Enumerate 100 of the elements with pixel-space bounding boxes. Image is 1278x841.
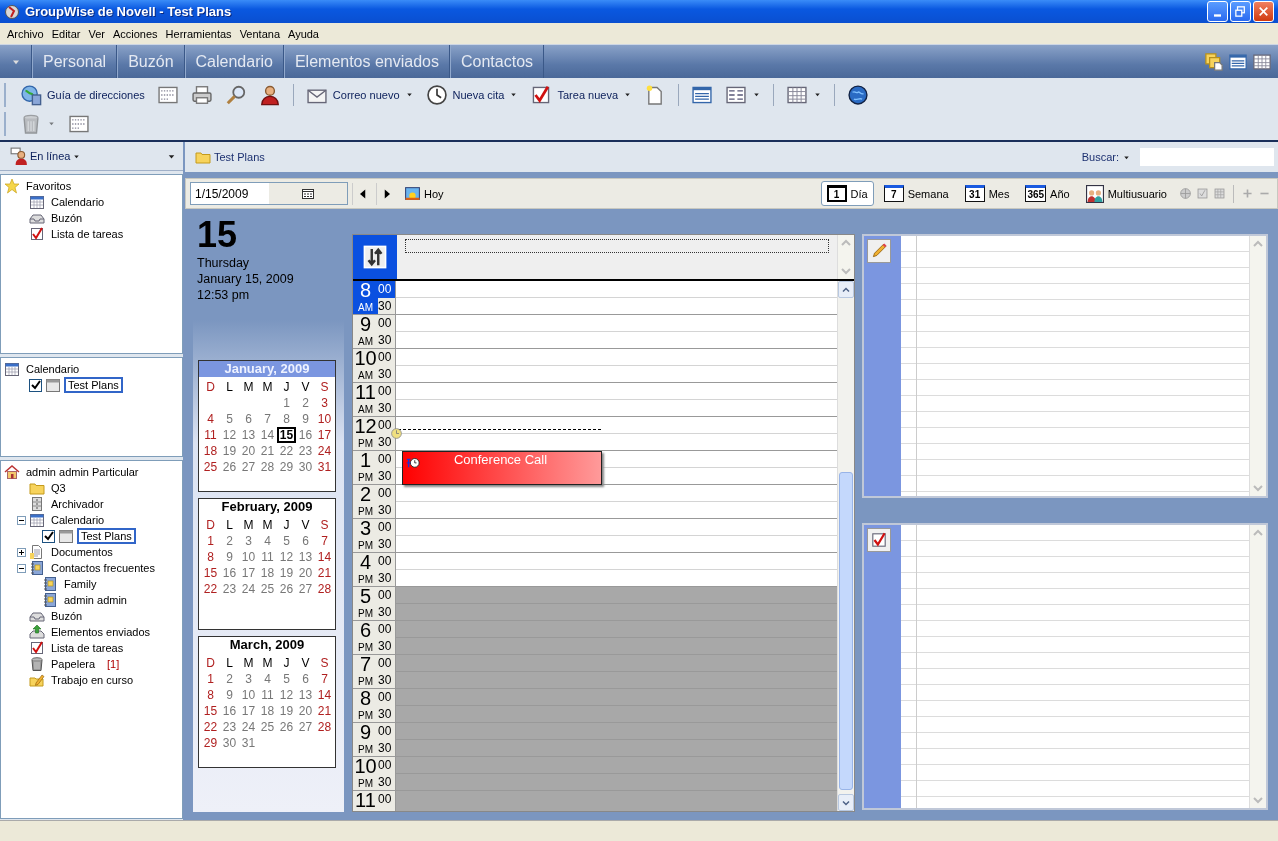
calendar-day[interactable]: 23 <box>220 719 239 735</box>
tree-item[interactable]: admin admin <box>61 593 130 607</box>
calendar-day[interactable]: 31 <box>239 735 258 751</box>
tree-item[interactable]: Calendario <box>48 513 108 527</box>
collapse-button[interactable] <box>17 563 26 573</box>
calendar-day[interactable]: 17 <box>239 703 258 719</box>
calendar-day[interactable]: 21 <box>315 703 334 719</box>
appointment[interactable]: Conference Call <box>402 451 602 485</box>
calendar-day[interactable]: 5 <box>277 533 296 549</box>
calendar-day[interactable]: 12 <box>220 427 239 443</box>
calendar-day[interactable]: 23 <box>220 581 239 597</box>
tree-item[interactable]: Test Plans <box>77 528 136 544</box>
restore-button[interactable] <box>1230 1 1251 22</box>
calendar-day[interactable]: 2 <box>296 395 315 411</box>
calendar-day[interactable]: 13 <box>296 687 315 703</box>
menu-item[interactable]: Ventana <box>235 25 284 42</box>
window-list-icon[interactable] <box>1228 51 1248 72</box>
scroll-up-button[interactable] <box>838 281 854 298</box>
calendar-day[interactable]: 19 <box>220 443 239 459</box>
window-calendar-icon[interactable] <box>1252 51 1272 72</box>
calendar-day[interactable]: 18 <box>258 565 277 581</box>
calendar-day[interactable]: 17 <box>315 427 334 443</box>
checkmark-button[interactable] <box>867 528 891 552</box>
calendar-day[interactable]: 13 <box>296 549 315 565</box>
menu-item[interactable]: Herramientas <box>161 25 236 42</box>
tree-item[interactable]: admin admin Particular <box>23 465 142 479</box>
calendar-day[interactable]: 31 <box>315 459 334 475</box>
tree-item[interactable]: Family <box>61 577 100 591</box>
toolbar-button[interactable]: Tarea nueva <box>525 81 638 108</box>
calendar-day[interactable]: 30 <box>220 735 239 751</box>
calendar-day[interactable]: 8 <box>201 549 220 565</box>
calendar-day[interactable]: 29 <box>201 735 220 751</box>
tree-item[interactable]: Q3 <box>48 481 69 495</box>
tree-item[interactable]: Trabajo en curso <box>48 673 137 687</box>
calendar-day[interactable]: 29 <box>277 459 296 475</box>
menu-item[interactable]: Ver <box>84 25 109 42</box>
tree-item[interactable]: Test Plans <box>64 377 123 393</box>
toolbar-button[interactable]: Nueva cita <box>420 81 524 108</box>
tree-item[interactable]: Calendario <box>48 195 108 209</box>
calendar-day[interactable]: 21 <box>315 565 334 581</box>
calendar-day[interactable]: 1 <box>201 533 220 549</box>
calendar-day[interactable]: 16 <box>220 703 239 719</box>
calendar-day[interactable]: 10 <box>239 687 258 703</box>
calendar-day[interactable]: 14 <box>315 549 334 565</box>
calendar-day[interactable]: 28 <box>315 719 334 735</box>
collapse-button[interactable] <box>17 515 26 525</box>
tree-item[interactable]: Buzón <box>48 609 86 623</box>
calendar-day[interactable]: 27 <box>239 459 258 475</box>
calendar-day[interactable]: 28 <box>315 581 334 597</box>
calendar-day[interactable]: 12 <box>277 549 296 565</box>
calendar-day[interactable]: 22 <box>277 443 296 459</box>
calendar-day[interactable]: 11 <box>201 427 220 443</box>
menu-item[interactable]: Acciones <box>108 25 162 42</box>
tree-item[interactable]: Contactos frecuentes <box>48 561 158 575</box>
close-button[interactable] <box>1253 1 1274 22</box>
calendar-day[interactable]: 4 <box>201 411 220 427</box>
calendar-day[interactable]: 26 <box>277 719 296 735</box>
menu-item[interactable]: Archivo <box>3 25 48 42</box>
menu-item[interactable]: Editar <box>47 25 85 42</box>
folder-path[interactable]: Test Plans <box>214 151 265 163</box>
expand-button[interactable] <box>17 547 26 557</box>
calendar-day[interactable]: 26 <box>277 581 296 597</box>
tree-item[interactable]: Buzón <box>48 211 86 225</box>
calendar-day[interactable]: 6 <box>296 533 315 549</box>
view-tab[interactable]: 7 Semana <box>877 181 955 206</box>
scroll-down-button[interactable] <box>838 794 854 811</box>
calendar-day[interactable]: 11 <box>258 687 277 703</box>
calendar-day[interactable]: 5 <box>277 671 296 687</box>
today-button[interactable]: Hoy <box>400 185 448 202</box>
calendar-day[interactable]: 3 <box>315 395 334 411</box>
calendar-day[interactable]: 16 <box>296 427 315 443</box>
calendar-day[interactable]: 7 <box>258 411 277 427</box>
calendar-day[interactable]: 22 <box>201 581 220 597</box>
calendar-day[interactable]: 27 <box>296 581 315 597</box>
calendar-day[interactable]: 18 <box>201 443 220 459</box>
calendar-day[interactable]: 6 <box>296 671 315 687</box>
calendar-day[interactable]: 12 <box>277 687 296 703</box>
calendar-day[interactable]: 20 <box>239 443 258 459</box>
calendar-day[interactable]: 9 <box>220 549 239 565</box>
calendar-day[interactable]: 9 <box>220 687 239 703</box>
calendar-day[interactable]: 15 <box>277 427 296 443</box>
scroll-thumb[interactable] <box>839 472 853 790</box>
view-tab[interactable]: Multiusuario <box>1079 181 1173 206</box>
search-menu[interactable]: Buscar: <box>1081 151 1131 163</box>
pencil-button[interactable] <box>867 239 891 263</box>
calendar-day[interactable]: 7 <box>315 533 334 549</box>
calendar-day[interactable]: 30 <box>296 459 315 475</box>
calendar-day[interactable]: 25 <box>201 459 220 475</box>
all-day-slot[interactable] <box>405 239 829 253</box>
menu-item[interactable]: Ayuda <box>284 25 323 42</box>
calendar-day[interactable]: 9 <box>296 411 315 427</box>
calendar-day[interactable]: 15 <box>201 565 220 581</box>
calendar-day[interactable]: 25 <box>258 719 277 735</box>
calendar-day[interactable]: 14 <box>258 427 277 443</box>
calendar-day[interactable]: 13 <box>239 427 258 443</box>
calendar-day[interactable]: 19 <box>277 565 296 581</box>
tree-item[interactable]: Lista de tareas <box>48 641 127 655</box>
calendar-day[interactable]: 8 <box>277 411 296 427</box>
calendar-day[interactable]: 16 <box>220 565 239 581</box>
calendar-day[interactable]: 27 <box>296 719 315 735</box>
